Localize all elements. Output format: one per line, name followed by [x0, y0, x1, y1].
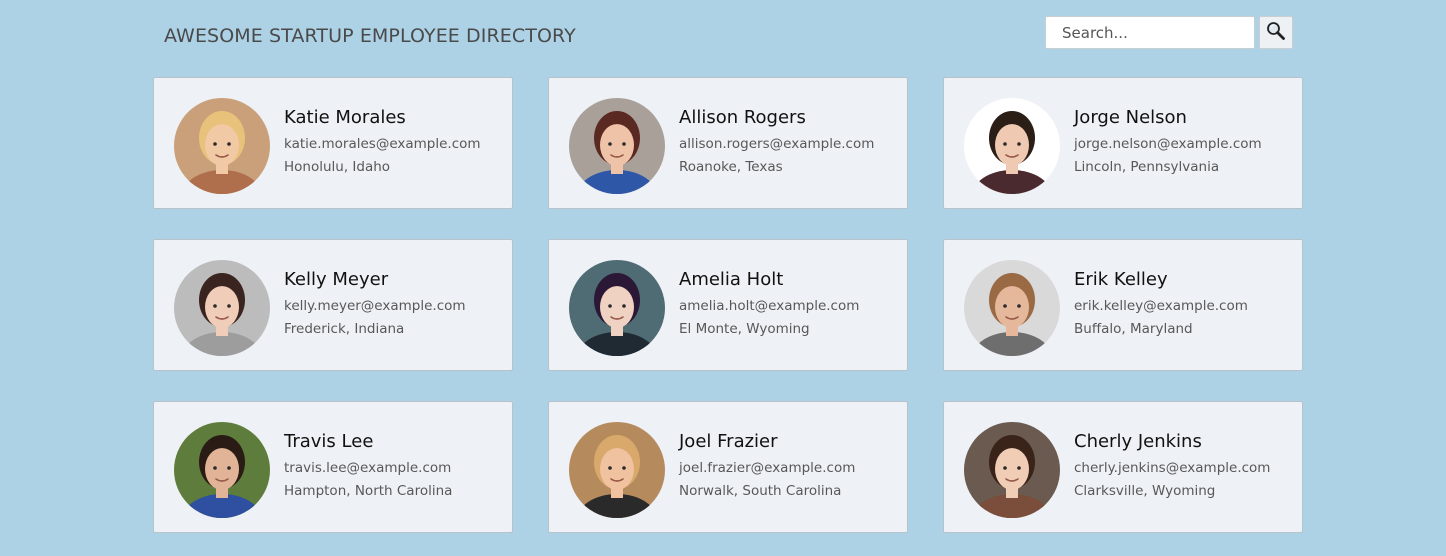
employee-card[interactable]: Jorge Nelson jorge.nelson@example.com Li…: [943, 77, 1303, 209]
employee-name: Erik Kelley: [1074, 269, 1168, 290]
employee-card[interactable]: Katie Morales katie.morales@example.com …: [153, 77, 513, 209]
employee-card[interactable]: Allison Rogers allison.rogers@example.co…: [548, 77, 908, 209]
avatar: [174, 422, 270, 518]
employee-location: Honolulu, Idaho: [284, 159, 391, 175]
avatar: [174, 260, 270, 356]
employee-email: jorge.nelson@example.com: [1074, 136, 1262, 152]
avatar: [174, 98, 270, 194]
employee-name: Allison Rogers: [679, 107, 806, 128]
page-header: AWESOME STARTUP EMPLOYEE DIRECTORY: [0, 0, 1446, 70]
avatar: [569, 98, 665, 194]
employee-location: Roanoke, Texas: [679, 159, 783, 175]
avatar: [569, 422, 665, 518]
avatar: [964, 98, 1060, 194]
employee-name: Cherly Jenkins: [1074, 431, 1202, 452]
avatar: [569, 260, 665, 356]
search-form: [1045, 16, 1293, 49]
employee-name: Jorge Nelson: [1074, 107, 1187, 128]
avatar: [964, 260, 1060, 356]
employee-name: Katie Morales: [284, 107, 406, 128]
employee-location: Buffalo, Maryland: [1074, 321, 1193, 337]
employee-info: Allison Rogers allison.rogers@example.co…: [679, 106, 904, 176]
employee-location: Frederick, Indiana: [284, 321, 405, 337]
employee-email: katie.morales@example.com: [284, 136, 481, 152]
employee-info: Travis Lee travis.lee@example.com Hampto…: [284, 430, 509, 500]
employee-info: Cherly Jenkins cherly.jenkins@example.co…: [1074, 430, 1299, 500]
employee-name: Kelly Meyer: [284, 269, 389, 290]
employee-info: Kelly Meyer kelly.meyer@example.com Fred…: [284, 268, 509, 338]
employee-name: Travis Lee: [284, 431, 374, 452]
search-button[interactable]: [1259, 16, 1293, 49]
employee-card[interactable]: Erik Kelley erik.kelley@example.com Buff…: [943, 239, 1303, 371]
employee-name: Joel Frazier: [679, 431, 778, 452]
employee-location: Hampton, North Carolina: [284, 483, 453, 499]
employee-location: El Monte, Wyoming: [679, 321, 810, 337]
employee-email: cherly.jenkins@example.com: [1074, 460, 1271, 476]
employee-email: allison.rogers@example.com: [679, 136, 875, 152]
employee-email: kelly.meyer@example.com: [284, 298, 466, 314]
employee-info: Amelia Holt amelia.holt@example.com El M…: [679, 268, 904, 338]
employee-location: Clarksville, Wyoming: [1074, 483, 1216, 499]
employee-email: travis.lee@example.com: [284, 460, 452, 476]
employee-email: joel.frazier@example.com: [679, 460, 856, 476]
employee-gallery: Katie Morales katie.morales@example.com …: [153, 77, 1303, 533]
search-input[interactable]: [1045, 16, 1255, 49]
employee-info: Katie Morales katie.morales@example.com …: [284, 106, 509, 176]
search-icon: [1266, 21, 1286, 44]
employee-info: Erik Kelley erik.kelley@example.com Buff…: [1074, 268, 1299, 338]
employee-name: Amelia Holt: [679, 269, 784, 290]
employee-email: amelia.holt@example.com: [679, 298, 860, 314]
employee-card[interactable]: Kelly Meyer kelly.meyer@example.com Fred…: [153, 239, 513, 371]
employee-info: Jorge Nelson jorge.nelson@example.com Li…: [1074, 106, 1299, 176]
employee-card[interactable]: Cherly Jenkins cherly.jenkins@example.co…: [943, 401, 1303, 533]
employee-card[interactable]: Joel Frazier joel.frazier@example.com No…: [548, 401, 908, 533]
employee-card[interactable]: Travis Lee travis.lee@example.com Hampto…: [153, 401, 513, 533]
employee-card[interactable]: Amelia Holt amelia.holt@example.com El M…: [548, 239, 908, 371]
employee-location: Norwalk, South Carolina: [679, 483, 842, 499]
page-title: AWESOME STARTUP EMPLOYEE DIRECTORY: [164, 25, 576, 47]
avatar: [964, 422, 1060, 518]
employee-info: Joel Frazier joel.frazier@example.com No…: [679, 430, 904, 500]
employee-location: Lincoln, Pennsylvania: [1074, 159, 1220, 175]
employee-email: erik.kelley@example.com: [1074, 298, 1248, 314]
